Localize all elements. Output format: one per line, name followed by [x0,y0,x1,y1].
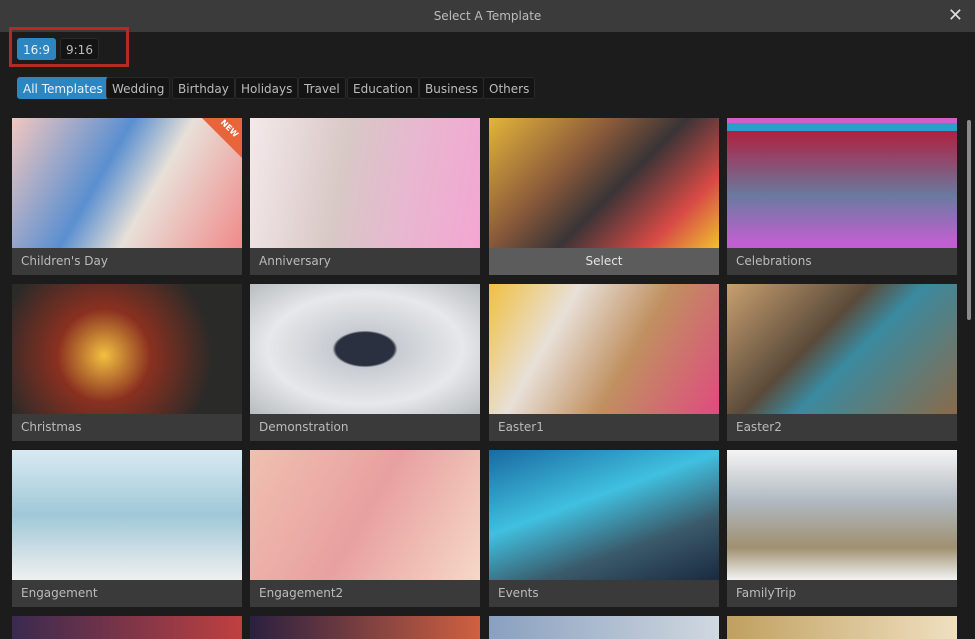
template-name: Celebrations [736,254,812,268]
template-name: Christmas [21,420,82,434]
template-thumbnail [12,450,242,580]
select-button[interactable]: Select [489,248,719,275]
tab-travel[interactable]: Travel [298,77,346,99]
template-card-demonstration[interactable]: Demonstration [250,284,480,441]
close-icon[interactable]: ✕ [948,5,963,26]
template-card-easter1[interactable]: Easter1 [489,284,719,441]
tab-holidays[interactable]: Holidays [235,77,299,99]
template-name: Demonstration [259,420,349,434]
tab-birthday[interactable]: Birthday [172,77,235,99]
template-name: FamilyTrip [736,586,797,600]
tab-others[interactable]: Others [483,77,536,99]
template-card-engagement2[interactable]: Engagement2 [250,450,480,607]
ratio-9-16-button[interactable]: 9:16 [60,38,99,60]
template-card-anniversary[interactable]: Anniversary [250,118,480,275]
template-card-celebrations[interactable]: Celebrations [727,118,957,275]
template-name: Children's Day [21,254,108,268]
tab-wedding[interactable]: Wedding [106,77,171,99]
ratio-16-9-button[interactable]: 16:9 [17,38,56,60]
template-card-engagement[interactable]: Engagement [12,450,242,607]
template-card-events[interactable]: Events [489,450,719,607]
template-thumbnail [489,118,719,248]
tab-education[interactable]: Education [347,77,419,99]
template-card-birthday-selected[interactable]: Select [489,118,719,275]
template-name: Engagement [21,586,98,600]
template-thumbnail [489,284,719,414]
template-name: Anniversary [259,254,331,268]
template-card-childrens-day[interactable]: NEW Children's Day [12,118,242,275]
template-name: Engagement2 [259,586,344,600]
template-thumbnail [250,450,480,580]
template-card-partial[interactable] [727,616,957,639]
template-name: Easter1 [498,420,544,434]
template-card-partial[interactable] [250,616,480,639]
template-card-partial[interactable] [12,616,242,639]
window-title: Select A Template [433,9,542,23]
template-thumbnail [250,284,480,414]
tab-all-templates[interactable]: All Templates [17,77,109,99]
template-thumbnail [12,284,242,414]
tab-business[interactable]: Business [419,77,484,99]
template-card-christmas[interactable]: Christmas [12,284,242,441]
template-card-easter2[interactable]: Easter2 [727,284,957,441]
template-name: Easter2 [736,420,782,434]
template-thumbnail [727,118,957,248]
template-card-partial[interactable] [489,616,719,639]
template-card-familytrip[interactable]: FamilyTrip [727,450,957,607]
scrollbar[interactable] [967,120,971,320]
template-thumbnail [727,450,957,580]
title-bar: Select A Template ✕ [0,0,975,32]
template-thumbnail [727,284,957,414]
template-name: Events [498,586,539,600]
template-thumbnail [250,118,480,248]
template-thumbnail [489,450,719,580]
